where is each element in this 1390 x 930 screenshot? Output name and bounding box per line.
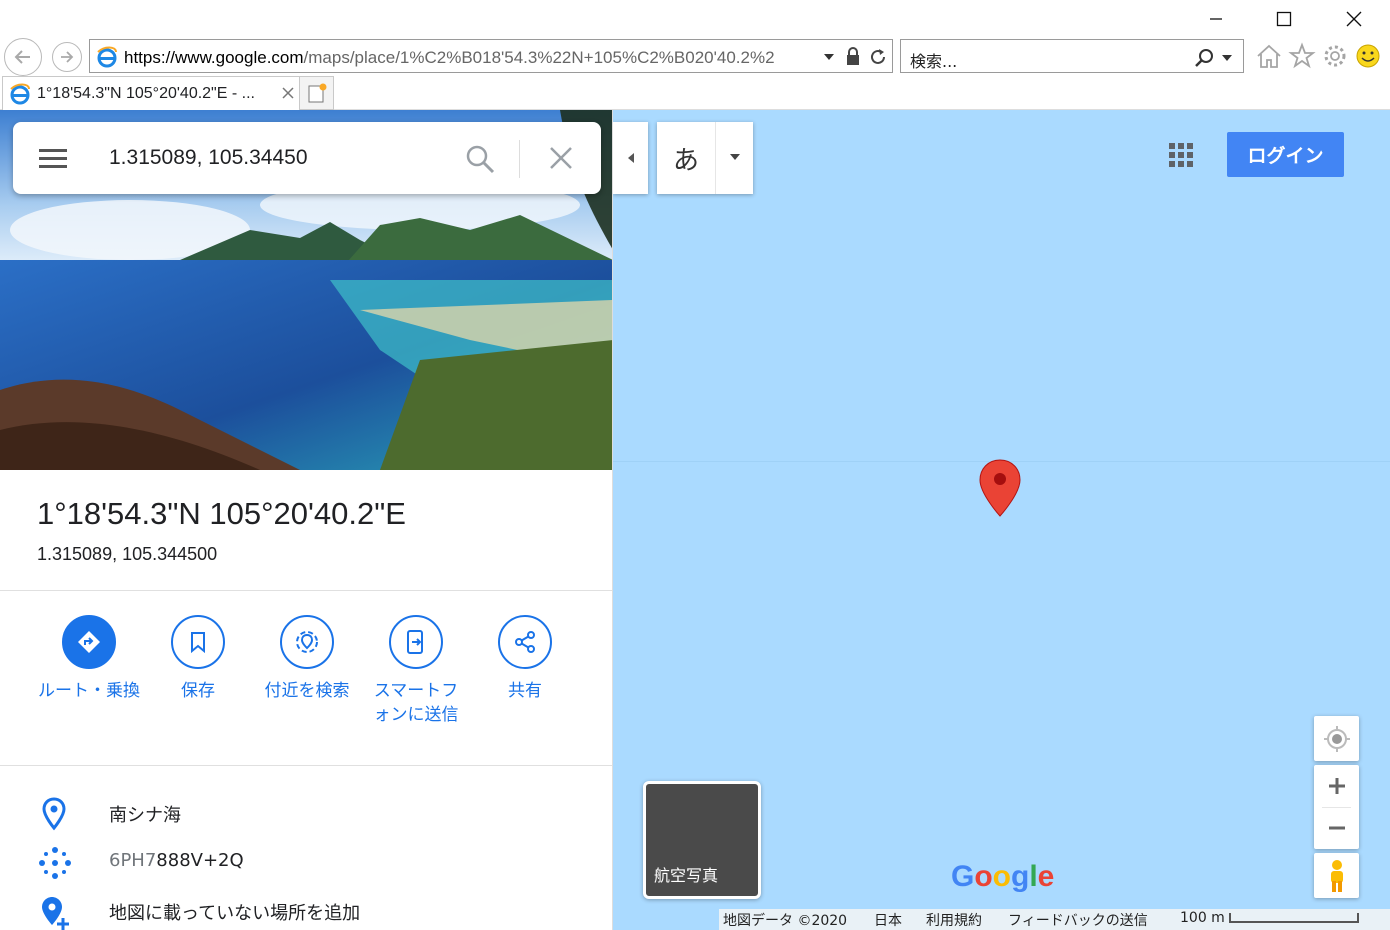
satellite-layer-toggle[interactable]: 航空写真: [643, 781, 761, 899]
send-to-phone-label: スマートフォンに送信: [373, 681, 459, 725]
home-icon[interactable]: [1255, 43, 1283, 69]
search-card: 1.315089, 105.34450: [13, 122, 601, 194]
divider: [0, 590, 612, 591]
nearby-action[interactable]: 付近を検索: [252, 615, 362, 703]
apps-grid-icon[interactable]: [1166, 140, 1196, 170]
map-canvas[interactable]: あ ログイン 航空写真 Google 地図データ ©2020 日本 利用規約 フ…: [613, 110, 1390, 930]
new-tab-button[interactable]: [300, 76, 334, 110]
close-window-button[interactable]: [1331, 4, 1377, 34]
satellite-label: 航空写真: [654, 866, 719, 885]
tab-title: 1°18'54.3"N 105°20'40.2"E - ...: [37, 85, 255, 102]
nearby-icon: [280, 615, 334, 669]
zoom-out-icon[interactable]: [1327, 818, 1347, 838]
my-location-icon: [1323, 725, 1350, 752]
region-text: 南シナ海: [109, 805, 181, 826]
forward-arrow-icon: [61, 51, 74, 63]
plus-code-icon: [39, 847, 71, 879]
input-tool-separator: [715, 122, 716, 194]
chevron-down-icon[interactable]: [729, 153, 741, 161]
url-dropdown-icon[interactable]: [823, 52, 835, 62]
close-icon: [1346, 11, 1362, 27]
clear-search-icon[interactable]: [549, 146, 573, 170]
map-data-attribution[interactable]: 地図データ ©2020: [723, 910, 847, 930]
zoom-in-icon[interactable]: [1327, 776, 1347, 796]
gear-icon[interactable]: [1322, 43, 1348, 69]
browser-search-placeholder: 検索...: [910, 52, 958, 71]
tab-close-icon[interactable]: [282, 87, 294, 99]
region-row[interactable]: 南シナ海: [0, 793, 612, 833]
directions-label: ルート・乗換: [38, 681, 140, 701]
search-divider: [519, 140, 520, 178]
save-action[interactable]: 保存: [143, 615, 253, 703]
scale-label[interactable]: 100 m: [1180, 910, 1225, 926]
browser-navbar: https://www.google.com/maps/place/1%C2%B…: [0, 36, 1390, 76]
minimize-icon: [1210, 18, 1222, 20]
new-tab-icon: [308, 83, 326, 103]
back-arrow-icon: [14, 50, 30, 64]
hamburger-menu-icon[interactable]: [39, 148, 69, 168]
pegman-icon: [1330, 859, 1343, 892]
favorites-star-icon[interactable]: [1288, 42, 1316, 70]
minimize-button[interactable]: [1193, 4, 1239, 34]
smiley-feedback-icon[interactable]: [1355, 43, 1381, 69]
place-panel: 1.315089, 105.34450 1°18'54.3"N 105°20'4…: [0, 110, 613, 930]
add-place-icon: [42, 897, 69, 930]
share-action[interactable]: 共有: [470, 615, 580, 703]
back-button[interactable]: [4, 38, 42, 76]
directions-action[interactable]: ルート・乗換: [34, 615, 144, 703]
google-logo: Google: [951, 860, 1055, 893]
address-bar[interactable]: https://www.google.com/maps/place/1%C2%B…: [89, 39, 893, 73]
pluscode-text: 6PH7888V+2Q: [109, 850, 244, 871]
add-missing-place-text: 地図に載っていない場所を追加: [109, 903, 361, 924]
ie-logo-icon: [97, 46, 117, 68]
maximize-button[interactable]: [1261, 4, 1307, 34]
input-tool-selector[interactable]: あ: [657, 122, 753, 194]
login-button[interactable]: ログイン: [1227, 132, 1344, 177]
street-view-pegman-button[interactable]: [1314, 853, 1359, 898]
share-icon: [498, 615, 552, 669]
collapse-panel-button[interactable]: [613, 122, 648, 194]
directions-icon: [62, 615, 116, 669]
forward-button[interactable]: [52, 42, 82, 72]
url-text: https://www.google.com/maps/place/1%C2%B…: [124, 48, 775, 67]
maximize-icon: [1276, 11, 1292, 27]
search-icon[interactable]: [1193, 47, 1215, 69]
zoom-control: [1314, 765, 1359, 849]
lock-icon[interactable]: [845, 47, 861, 67]
my-location-button[interactable]: [1314, 716, 1359, 761]
send-to-phone-icon: [389, 615, 443, 669]
scale-bar[interactable]: [1229, 913, 1359, 923]
search-icon[interactable]: [465, 144, 495, 174]
save-label: 保存: [181, 681, 215, 701]
refresh-icon[interactable]: [868, 47, 888, 67]
add-missing-place-row[interactable]: 地図に載っていない場所を追加: [0, 891, 612, 930]
location-pin-icon[interactable]: [978, 458, 1022, 520]
maps-search-input[interactable]: 1.315089, 105.34450: [109, 146, 308, 170]
terms-link[interactable]: 利用規約: [926, 910, 982, 930]
share-label: 共有: [508, 681, 542, 701]
tab-bar: 1°18'54.3"N 105°20'40.2"E - ...: [0, 76, 1390, 110]
bookmark-icon: [171, 615, 225, 669]
feedback-link[interactable]: フィードバックの送信: [1008, 910, 1148, 930]
window-titlebar: [0, 0, 1390, 38]
zoom-separator: [1322, 807, 1351, 808]
search-dropdown-icon[interactable]: [1221, 53, 1233, 63]
pluscode-row[interactable]: 6PH7888V+2Q: [0, 842, 612, 882]
place-title: 1°18'54.3"N 105°20'40.2"E: [37, 496, 406, 531]
input-tool-label: あ: [672, 146, 699, 176]
browser-tab-active[interactable]: 1°18'54.3"N 105°20'40.2"E - ...: [2, 76, 300, 110]
divider: [0, 765, 612, 766]
place-coordinates: 1.315089, 105.344500: [37, 544, 218, 564]
place-marker-icon: [42, 797, 66, 831]
country-link[interactable]: 日本: [874, 910, 902, 930]
browser-search-box[interactable]: 検索...: [900, 39, 1244, 73]
map-footer: 地図データ ©2020 日本 利用規約 フィードバックの送信 100 m: [719, 909, 1390, 930]
caret-left-icon: [627, 153, 634, 163]
send-to-phone-action[interactable]: スマートフォンに送信: [361, 615, 471, 727]
nearby-label: 付近を検索: [264, 681, 350, 701]
ie-tab-icon: [10, 83, 30, 105]
